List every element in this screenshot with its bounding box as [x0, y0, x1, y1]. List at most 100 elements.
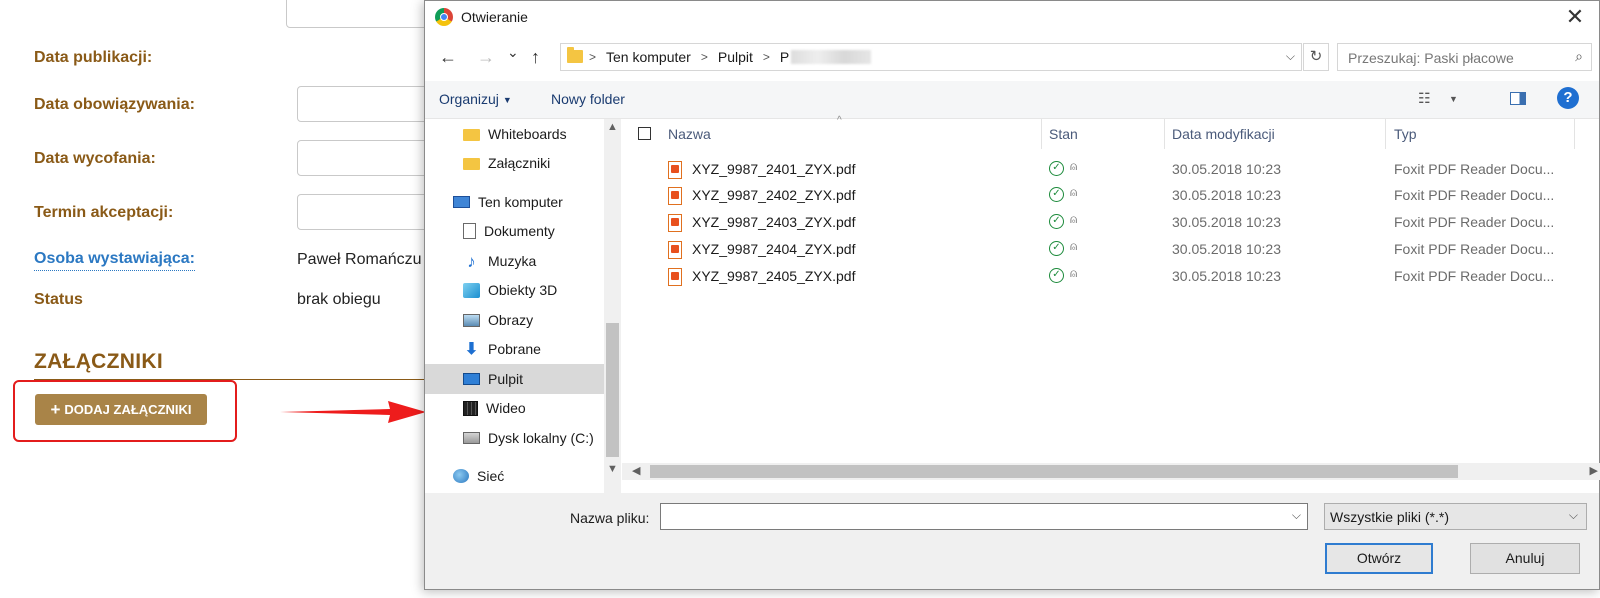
tree-item-label: Pulpit	[488, 371, 524, 387]
tree-item-pictures[interactable]: Obrazy	[425, 305, 621, 335]
attachments-section-title: ZAŁĄCZNIKI	[34, 350, 163, 373]
withdraw-date-input[interactable]	[297, 140, 437, 176]
column-header-type[interactable]: Typ	[1394, 119, 1417, 149]
column-header-name[interactable]: Nazwa	[668, 119, 711, 149]
breadcrumb-desktop[interactable]: Pulpit	[718, 49, 753, 65]
file-type-filter-value: Wszystkie pliki (*.*)	[1330, 509, 1450, 525]
valid-date-label: Data obowiązywania:	[34, 96, 195, 113]
open-button[interactable]: Otwórz	[1325, 543, 1433, 574]
tree-scrollbar[interactable]: ▲ ▼	[604, 119, 621, 493]
tree-item-downloads[interactable]: ⬇ Pobrane	[425, 334, 621, 364]
tree-item-label: Wideo	[486, 400, 526, 416]
filename-input[interactable]: ⌵	[660, 503, 1308, 530]
valid-date-input[interactable]	[297, 86, 437, 122]
pdf-file-icon	[668, 268, 682, 286]
help-icon[interactable]: ?	[1557, 87, 1579, 109]
scroll-left-icon[interactable]: ◀	[632, 464, 640, 477]
caret-down-icon: ▼	[502, 95, 512, 106]
user-icon: ⍝	[1070, 239, 1078, 253]
tree-scrollbar-thumb[interactable]	[606, 323, 619, 457]
up-arrow-icon[interactable]: ↑	[531, 47, 540, 68]
horizontal-scrollbar-thumb[interactable]	[650, 465, 1458, 478]
pdf-file-icon	[668, 241, 682, 259]
scroll-down-icon[interactable]: ▼	[607, 463, 618, 475]
tree-item-label: Obiekty 3D	[488, 282, 558, 298]
tree-item-label: Dysk lokalny (C:)	[488, 430, 594, 446]
issuer-label-link[interactable]: Osoba wystawiająca:	[34, 250, 195, 271]
breadcrumb-this-pc[interactable]: Ten komputer	[606, 49, 691, 65]
top-input-field[interactable]	[286, 0, 446, 28]
caret-down-icon[interactable]: ▼	[1449, 94, 1458, 104]
chevron-down-icon[interactable]: ⌵	[1286, 49, 1295, 64]
column-divider[interactable]	[1574, 119, 1575, 149]
breadcrumb-current[interactable]: P	[780, 49, 789, 65]
file-type-filter-select[interactable]: Wszystkie pliki (*.*) ⌵	[1324, 503, 1587, 530]
column-header-status[interactable]: Stan	[1049, 119, 1078, 149]
file-name: XYZ_9987_2401_ZYX.pdf	[692, 161, 856, 177]
chevron-right-icon: >	[762, 50, 770, 64]
user-icon: ⍝	[1070, 159, 1078, 173]
file-row[interactable]: XYZ_9987_2405_ZYX.pdf ✓ ⍝ 30.05.2018 10:…	[622, 264, 1600, 290]
address-bar[interactable]: > Ten komputer > Pulpit > P ⌵	[560, 43, 1302, 71]
column-divider[interactable]	[1164, 119, 1165, 149]
dialog-toolbar: Organizuj ▼ Nowy folder ☷ ▼ ?	[425, 81, 1599, 119]
tree-item-attachments[interactable]: Załączniki	[425, 148, 621, 178]
folder-icon	[463, 129, 480, 141]
red-arrow-icon	[280, 401, 426, 423]
tree-item-this-pc[interactable]: Ten komputer	[425, 187, 621, 217]
organize-button[interactable]: Organizuj ▼	[439, 91, 512, 107]
tree-item-documents[interactable]: Dokumenty	[425, 216, 621, 246]
add-attachments-button[interactable]: + DODAJ ZAŁĄCZNIKI	[35, 394, 207, 425]
column-header-modified[interactable]: Data modyfikacji	[1172, 119, 1275, 149]
folder-icon	[463, 158, 480, 170]
file-row[interactable]: XYZ_9987_2402_ZYX.pdf ✓ ⍝ 30.05.2018 10:…	[622, 183, 1600, 209]
recent-locations-chevron-icon[interactable]: ⌄	[507, 44, 519, 61]
add-attachments-label: DODAJ ZAŁĄCZNIKI	[64, 402, 192, 417]
tree-item-label: Obrazy	[488, 312, 534, 328]
file-row[interactable]: XYZ_9987_2401_ZYX.pdf ✓ ⍝ 30.05.2018 10:…	[622, 157, 1600, 183]
back-arrow-icon[interactable]: ←	[439, 47, 457, 68]
issuer-value: Paweł Romańczu	[297, 251, 422, 268]
preview-pane-icon[interactable]	[1510, 92, 1526, 105]
tree-item-label: Załączniki	[488, 155, 551, 171]
tree-item-music[interactable]: ♪ Muzyka	[425, 246, 621, 276]
tree-item-video[interactable]: Wideo	[425, 393, 621, 423]
disk-icon	[463, 432, 480, 444]
select-all-checkbox[interactable]	[638, 127, 651, 140]
file-name: XYZ_9987_2404_ZYX.pdf	[692, 241, 856, 257]
user-icon: ⍝	[1070, 212, 1078, 226]
tree-item-local-disk[interactable]: Dysk lokalny (C:)	[425, 423, 621, 453]
file-open-dialog: Otwieranie ✕ ← → ⌄ ↑ > Ten komputer > Pu…	[424, 0, 1600, 590]
network-icon	[453, 469, 469, 483]
tree-item-whiteboards[interactable]: Whiteboards	[425, 119, 621, 149]
sync-ok-icon: ✓	[1049, 268, 1064, 283]
scroll-up-icon[interactable]: ▲	[607, 121, 618, 133]
accept-deadline-input[interactable]	[297, 194, 437, 230]
refresh-icon[interactable]: ↻	[1303, 43, 1329, 71]
dialog-footer: Nazwa pliku: ⌵ Wszystkie pliki (*.*) ⌵ O…	[425, 493, 1599, 589]
status-value: brak obiegu	[297, 291, 381, 308]
file-name: XYZ_9987_2402_ZYX.pdf	[692, 187, 856, 203]
tree-item-3d-objects[interactable]: Obiekty 3D	[425, 275, 621, 305]
pdf-file-icon	[668, 187, 682, 205]
new-folder-button[interactable]: Nowy folder	[551, 91, 625, 107]
file-row[interactable]: XYZ_9987_2403_ZYX.pdf ✓ ⍝ 30.05.2018 10:…	[622, 210, 1600, 236]
search-input[interactable]: Przeszukaj: Paski płacowe ⌕	[1337, 43, 1592, 71]
sort-ascending-icon: ^	[837, 115, 842, 126]
close-icon[interactable]: ✕	[1563, 5, 1587, 29]
tree-item-network[interactable]: Sieć	[425, 461, 621, 491]
horizontal-scrollbar[interactable]: ◀ ▶	[622, 463, 1600, 480]
cancel-button[interactable]: Anuluj	[1470, 543, 1580, 574]
forward-arrow-icon[interactable]: →	[477, 47, 495, 68]
user-icon: ⍝	[1070, 266, 1078, 280]
sync-ok-icon: ✓	[1049, 161, 1064, 176]
tree-item-desktop[interactable]: Pulpit	[425, 364, 621, 394]
file-row[interactable]: XYZ_9987_2404_ZYX.pdf ✓ ⍝ 30.05.2018 10:…	[622, 237, 1600, 263]
view-options-icon[interactable]: ☷	[1418, 90, 1431, 107]
search-placeholder: Przeszukaj: Paski płacowe	[1348, 50, 1514, 66]
column-divider[interactable]	[1385, 119, 1386, 149]
file-name: XYZ_9987_2403_ZYX.pdf	[692, 214, 856, 230]
scroll-right-icon[interactable]: ▶	[1590, 464, 1598, 477]
column-divider[interactable]	[1041, 119, 1042, 149]
chevron-down-icon[interactable]: ⌵	[1292, 508, 1301, 523]
